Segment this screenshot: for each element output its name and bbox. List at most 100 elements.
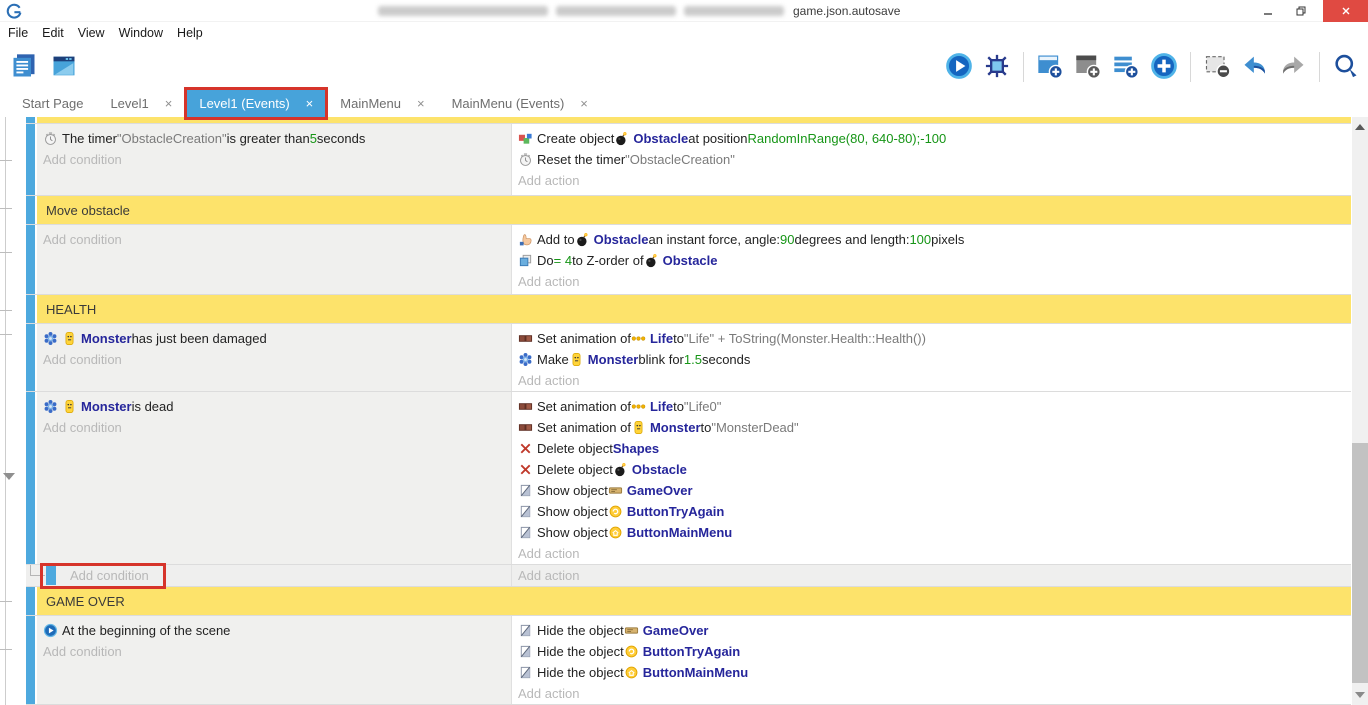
action-line[interactable]: Set animation of Monster to "MonsterDead… [518, 417, 1345, 438]
add-condition-button[interactable]: Add condition [43, 349, 505, 370]
close-tab-icon[interactable]: × [306, 96, 314, 111]
add-event-icon [1036, 52, 1064, 83]
text-segment: Life [650, 331, 673, 346]
event-tree-tick [0, 310, 12, 311]
add-comment-button[interactable] [1110, 51, 1142, 83]
condition-line[interactable]: Monster has just been damaged [43, 328, 505, 349]
debug-button[interactable] [981, 51, 1013, 83]
comment-row-partial [26, 117, 1351, 124]
add-subevent-button[interactable] [1072, 51, 1104, 83]
text-segment: 90 [780, 232, 794, 247]
button-tryagain-icon [608, 504, 623, 519]
add-action-button[interactable]: Add action [518, 170, 1345, 191]
scroll-up-arrow-icon[interactable] [1352, 119, 1368, 135]
search-icon [1332, 52, 1360, 83]
add-action-button[interactable]: Add action [518, 543, 1345, 564]
text-segment: to [673, 399, 684, 414]
vertical-scrollbar[interactable] [1352, 117, 1368, 705]
add-condition-button[interactable]: Add condition [43, 229, 505, 250]
project-manager-icon [10, 52, 38, 83]
comment-row[interactable]: GAME OVER [26, 587, 1351, 616]
tab-start-page[interactable]: Start Page [10, 90, 95, 117]
action-line[interactable]: Make Monster blink for 1.5 seconds [518, 349, 1345, 370]
project-manager-button[interactable] [8, 51, 40, 83]
menu-item-window[interactable]: Window [119, 26, 163, 40]
action-line[interactable]: Set animation of Life to "Life" + ToStri… [518, 328, 1345, 349]
event-selection-bar[interactable] [26, 587, 35, 615]
menu-item-view[interactable]: View [78, 26, 105, 40]
scrollbar-thumb[interactable] [1352, 443, 1368, 683]
delete-event-button[interactable] [1201, 51, 1233, 83]
action-line[interactable]: Set animation of Life to "Life0" [518, 396, 1345, 417]
event-selection-bar[interactable] [26, 124, 35, 195]
fold-arrow-icon[interactable] [3, 473, 15, 480]
tab-label: MainMenu [340, 96, 401, 111]
add-action-button[interactable]: Add action [518, 683, 1345, 704]
scroll-down-arrow-icon[interactable] [1352, 687, 1368, 703]
text-segment: ButtonMainMenu [643, 665, 748, 680]
timer-icon [43, 131, 58, 146]
action-line[interactable]: Delete object Shapes [518, 438, 1345, 459]
add-action-button[interactable]: Add action [518, 271, 1345, 292]
scene-editor-button[interactable] [48, 51, 80, 83]
tab-level1-events[interactable]: Level1 (Events) × [187, 90, 325, 117]
window-title: game.json.autosave [793, 4, 900, 18]
action-line[interactable]: Show object ButtonTryAgain [518, 501, 1345, 522]
text-segment: to Z-order of [572, 253, 644, 268]
event-row: At the beginning of the sceneAdd conditi… [26, 616, 1351, 705]
action-line[interactable]: Reset the timer "ObstacleCreation" [518, 149, 1345, 170]
play-button[interactable] [943, 51, 975, 83]
tab-label: Level1 (Events) [199, 96, 289, 111]
add-new-button[interactable] [1148, 51, 1180, 83]
close-button[interactable] [1323, 0, 1368, 22]
menu-item-edit[interactable]: Edit [42, 26, 64, 40]
add-condition-button[interactable]: Add condition [43, 641, 505, 662]
tab-level1[interactable]: Level1× [98, 90, 184, 117]
condition-line[interactable]: Monster is dead [43, 396, 505, 417]
action-line[interactable]: Hide the object GameOver [518, 620, 1345, 641]
tab-mainmenu-events[interactable]: MainMenu (Events)× [440, 90, 600, 117]
menu-item-file[interactable]: File [8, 26, 28, 40]
maximize-button[interactable] [1286, 0, 1316, 22]
action-line[interactable]: Hide the object ButtonMainMenu [518, 662, 1345, 683]
event-selection-bar[interactable] [26, 117, 35, 123]
comment-row[interactable]: Move obstacle [26, 196, 1351, 225]
close-tab-icon[interactable]: × [580, 96, 588, 111]
tab-mainmenu[interactable]: MainMenu × [328, 90, 436, 117]
event-selection-bar[interactable] [26, 225, 35, 294]
event-selection-bar[interactable] [46, 566, 56, 585]
add-event-button[interactable] [1034, 51, 1066, 83]
close-tab-icon[interactable]: × [417, 96, 425, 111]
event-selection-bar[interactable] [26, 196, 35, 224]
action-line[interactable]: Create object Obstacle at position Rando… [518, 128, 1345, 149]
obstacle-bomb-icon [613, 462, 628, 477]
action-line[interactable]: Add to Obstacle an instant force, angle:… [518, 229, 1345, 250]
action-line[interactable]: Show object ButtonMainMenu [518, 522, 1345, 543]
add-action-button[interactable]: Add action [518, 370, 1345, 391]
event-selection-bar[interactable] [26, 392, 35, 564]
add-action-button[interactable]: Add action [518, 565, 579, 586]
text-segment: GameOver [627, 483, 693, 498]
text-segment: GameOver [643, 623, 709, 638]
close-tab-icon[interactable]: × [165, 96, 173, 111]
action-line[interactable]: Hide the object ButtonTryAgain [518, 641, 1345, 662]
action-line[interactable]: Do = 4 to Z-order of Obstacle [518, 250, 1345, 271]
event-tree-tick [0, 601, 12, 602]
text-segment: Obstacle [632, 462, 687, 477]
action-line[interactable]: Delete object Obstacle [518, 459, 1345, 480]
event-selection-bar[interactable] [26, 324, 35, 391]
add-condition-button[interactable]: Add condition [43, 149, 505, 170]
add-condition-button[interactable]: Add condition [70, 565, 149, 586]
redo-button[interactable] [1277, 51, 1309, 83]
action-line[interactable]: Show object GameOver [518, 480, 1345, 501]
event-selection-bar[interactable] [26, 616, 35, 704]
menu-item-help[interactable]: Help [177, 26, 203, 40]
add-condition-button[interactable]: Add condition [43, 417, 505, 438]
condition-line[interactable]: The timer "ObstacleCreation" is greater … [43, 128, 505, 149]
undo-button[interactable] [1239, 51, 1271, 83]
event-selection-bar[interactable] [26, 295, 35, 323]
minimize-button[interactable] [1253, 0, 1283, 22]
condition-line[interactable]: At the beginning of the scene [43, 620, 505, 641]
search-button[interactable] [1330, 51, 1362, 83]
comment-row[interactable]: HEALTH [26, 295, 1351, 324]
